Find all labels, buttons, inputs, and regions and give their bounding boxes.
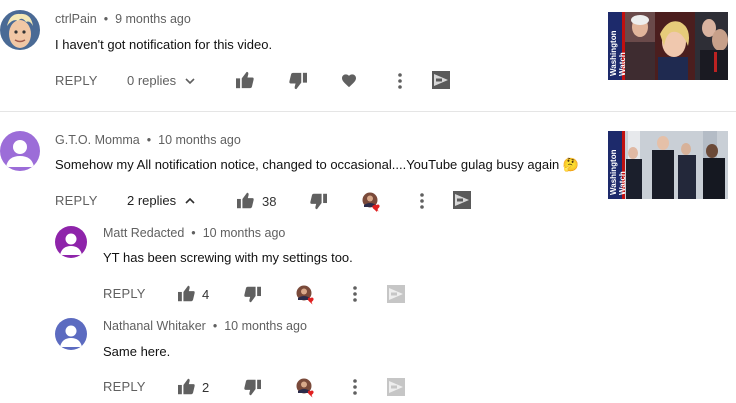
reply-text: YT has been screwing with my settings to… [103,250,353,265]
replies-count-label: 2 replies [127,193,177,208]
like-count: 38 [262,194,277,209]
comment-timestamp[interactable]: 9 months ago [115,12,191,26]
creator-heart-icon [296,285,316,305]
like-count: 2 [202,380,210,395]
thread-divider [0,111,736,112]
reply-author-line: Nathanal Whitaker • 10 months ago [103,319,307,333]
creator-channel-icon[interactable] [432,71,450,89]
reply-button[interactable]: REPLY [55,73,98,88]
author-name[interactable]: G.T.O. Momma [55,133,140,147]
thumbs-up-icon[interactable] [177,285,196,302]
more-options-icon[interactable] [396,72,404,90]
chevron-down-icon [185,77,195,84]
separator-dot: • [146,133,152,147]
thumbs-down-icon[interactable] [309,193,328,210]
reply-author-line: Matt Redacted • 10 months ago [103,226,285,240]
replies-count-label: 0 replies [127,73,177,88]
thumbs-up-icon[interactable] [235,71,255,89]
reply-button[interactable]: REPLY [103,379,146,394]
separator-dot: • [191,226,196,240]
thumbs-down-icon[interactable] [243,286,262,303]
hide-replies-toggle[interactable]: 2 replies [127,193,196,208]
chevron-up-icon [185,197,195,204]
more-options-icon[interactable] [418,192,426,210]
more-options-icon[interactable] [351,285,359,303]
thumbs-up-icon[interactable] [236,192,255,209]
thumbs-down-icon[interactable] [288,72,308,90]
avatar-matt-redacted[interactable] [55,226,87,258]
creator-channel-icon[interactable] [387,285,405,303]
thumbs-down-icon[interactable] [243,379,262,396]
like-count: 4 [202,287,210,302]
thumbnail-caption: Washington Watch [609,30,627,76]
reply-button[interactable]: REPLY [55,193,98,208]
reply-timestamp[interactable]: 10 months ago [224,319,307,333]
author-name[interactable]: Nathanal Whitaker [103,319,206,333]
avatar-gto-momma[interactable] [0,131,40,171]
thumbnail-caption: Washington Watch [609,149,627,195]
heart-icon[interactable] [341,73,357,88]
comment-author-line: G.T.O. Momma • 10 months ago [55,133,241,147]
thumbs-up-icon[interactable] [177,378,196,395]
video-thumbnail[interactable]: Washington Watch [608,131,728,199]
reply-timestamp[interactable]: 10 months ago [203,226,286,240]
comment-text: I haven't got notification for this vide… [55,37,273,52]
view-replies-toggle[interactable]: 0 replies [127,73,196,88]
comment-timestamp[interactable]: 10 months ago [158,133,241,147]
avatar-nathanal-whitaker[interactable] [55,318,87,350]
reply-button[interactable]: REPLY [103,286,146,301]
creator-channel-icon[interactable] [387,378,405,396]
reply-text: Same here. [103,344,171,359]
more-options-icon[interactable] [351,378,359,396]
separator-dot: • [212,319,218,333]
separator-dot: • [103,12,109,26]
comment-text: Somehow my All notification notice, chan… [55,157,579,172]
comment-author-line: ctrlPain • 9 months ago [55,12,191,26]
author-name[interactable]: Matt Redacted [103,226,184,240]
author-name[interactable]: ctrlPain [55,12,97,26]
creator-heart-icon [362,192,382,212]
video-thumbnail[interactable]: Washington Watch [608,12,728,80]
creator-channel-icon[interactable] [453,191,471,209]
avatar-ctrlpain[interactable] [0,10,40,50]
creator-heart-icon [296,378,316,398]
